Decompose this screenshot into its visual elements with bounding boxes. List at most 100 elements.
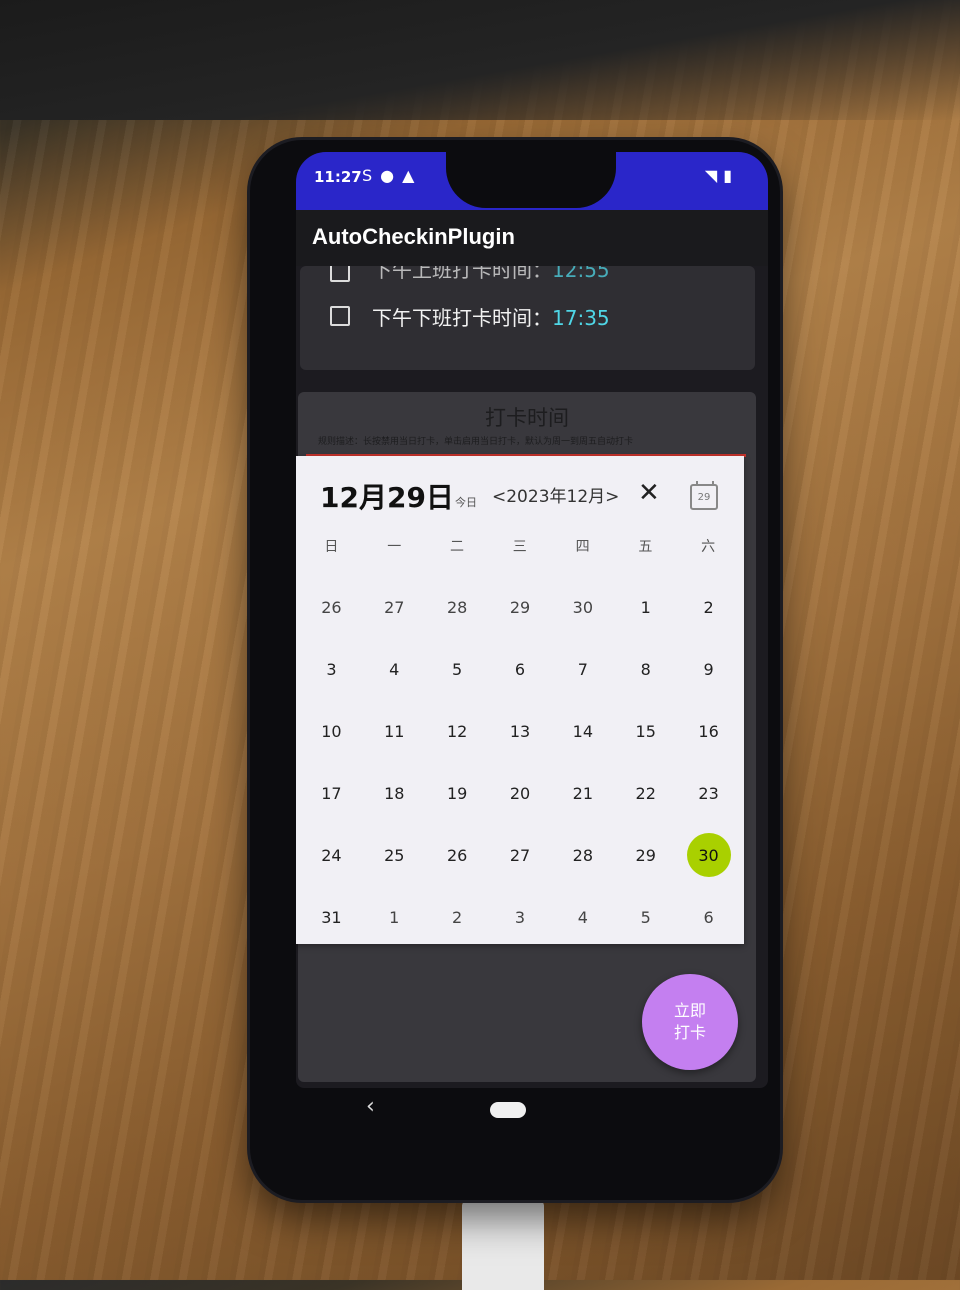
fab-label-line1: 立即 [673,1001,706,1020]
calendar-day[interactable]: 22 [614,762,677,824]
weekday-label: 一 [387,539,402,555]
calendar-day-number: 14 [572,721,594,741]
calendar-day-number: 23 [698,783,719,803]
alert-icon: ▲ [402,166,423,185]
calendar-day-number: 24 [321,845,342,865]
calendar-day[interactable]: 26 [426,824,489,886]
calendar-day-number: 19 [446,783,468,803]
weekday-header: 日 一 二 三 四 五 六 [300,536,740,556]
rule-description: 规则描述：长按禁用当日打卡，单击启用当日打卡，默认为周一到周五自动打卡 [318,437,634,447]
calendar-day-number: 28 [572,845,594,865]
calendar-day[interactable]: 29 [614,824,677,886]
calendar-day[interactable]: 16 [677,700,740,762]
weekday-label: 六 [701,539,716,555]
calendar-day[interactable]: 11 [363,700,426,762]
calendar-day-number: 30 [572,597,594,617]
calendar-day-number: 17 [321,783,342,803]
calendar-day[interactable]: 4 [551,886,614,948]
usb-cable [462,1200,544,1290]
today-label[interactable]: 今日 [455,494,477,510]
calendar-day[interactable]: 13 [489,700,552,762]
calendar-day[interactable]: 24 [300,824,363,886]
calendar-day[interactable]: 27 [489,824,552,886]
calendar-day-number: 11 [384,721,405,741]
status-time: 11:27 [314,168,362,186]
home-pill-button[interactable] [490,1102,526,1118]
settings-card: 下午上班打卡时间：12:55 下午下班打卡时间：17:35 [300,266,755,370]
calendar-day[interactable]: 20 [489,762,552,824]
weekday-label: 二 [449,539,464,555]
camera-notch [446,152,616,208]
calendar-day[interactable]: 26 [300,576,363,638]
month-selector[interactable]: <2023年12月> [492,482,619,507]
calendar-day-number: 10 [321,721,342,741]
calendar-day-number: 7 [577,659,588,679]
afternoon-start-checkbox[interactable] [330,266,350,282]
weekday-label: 四 [575,539,590,555]
phone-screen: 11:27 S●▲ ◥▮ AutoCheckinPlugin 下午上班打卡时间：… [296,152,768,1088]
calendar-day[interactable]: 4 [363,638,426,700]
calendar-day-number: 6 [703,907,714,927]
calendar-day[interactable]: 3 [489,886,552,948]
app-title: AutoCheckinPlugin [312,224,515,249]
calendar-day[interactable]: 29 [489,576,552,638]
calendar-day-number: 26 [446,845,468,865]
selected-date: 12月29日 [320,481,454,514]
afternoon-start-time[interactable]: 12:55 [552,266,610,282]
calendar-day-number: 4 [389,659,400,679]
calendar-day[interactable]: 9 [677,638,740,700]
calendar-day-number: 26 [321,597,342,617]
calendar-day[interactable]: 7 [551,638,614,700]
calendar-day-number: 30 [686,833,731,877]
calendar-day-number: 27 [509,845,531,865]
calendar-day[interactable]: 6 [489,638,552,700]
calendar-day[interactable]: 5 [426,638,489,700]
calendar-day-number: 9 [703,659,714,679]
calendar-day[interactable]: 18 [363,762,426,824]
calendar-day[interactable]: 30 [677,824,740,886]
calendar-icon[interactable]: 29 [690,481,718,510]
calendar-day[interactable]: 12 [426,700,489,762]
calendar-day[interactable]: 5 [614,886,677,948]
afternoon-start-label: 下午上班打卡时间： [372,266,552,282]
status-bar: 11:27 S●▲ ◥▮ [296,152,768,210]
afternoon-end-label: 下午下班打卡时间： [372,306,552,330]
calendar-day-number: 21 [572,783,594,803]
calendar-day[interactable]: 19 [426,762,489,824]
calendar-day-number: 29 [635,845,656,865]
calendar-day[interactable]: 1 [614,576,677,638]
calendar-day[interactable]: 14 [551,700,614,762]
calendar-day[interactable]: 3 [300,638,363,700]
afternoon-end-row: 下午下班打卡时间：17:35 [372,302,610,331]
calendar-day[interactable]: 10 [300,700,363,762]
wifi-icon: ◥ [704,166,724,185]
afternoon-end-checkbox[interactable] [330,306,350,326]
calendar-day[interactable]: 8 [614,638,677,700]
calendar-day[interactable]: 25 [363,824,426,886]
calendar-day[interactable]: 21 [551,762,614,824]
status-notification-icons: S●▲ [362,166,422,185]
calendar-day[interactable]: 28 [551,824,614,886]
back-icon[interactable]: ‹ [366,1094,375,1119]
afternoon-start-row: 下午上班打卡时间：12:55 [372,266,610,283]
calendar-day[interactable]: 23 [677,762,740,824]
calendar-day[interactable]: 2 [426,886,489,948]
calendar-day[interactable]: 30 [551,576,614,638]
calendar-day[interactable]: 6 [677,886,740,948]
calendar-day[interactable]: 15 [614,700,677,762]
calendar-day-number: 18 [384,783,405,803]
calendar-day[interactable]: 31 [300,886,363,948]
close-icon[interactable]: ✕ [638,478,660,508]
calendar-day-number: 5 [640,907,651,927]
calendar-day-number: 1 [640,597,651,617]
calendar-day[interactable]: 1 [363,886,426,948]
calendar-day[interactable]: 2 [677,576,740,638]
afternoon-end-time[interactable]: 17:35 [552,306,610,330]
app-bar: AutoCheckinPlugin [296,210,768,266]
calendar-day[interactable]: 17 [300,762,363,824]
calendar-grid: 26 27 28 29 30 1 2 3 4 5 6 7 8 9 10 11 12 13 14 15 16 17 18 19 2… [300,576,740,948]
check-in-now-button[interactable]: 立即 打卡 [642,974,738,1070]
calendar-day[interactable]: 27 [363,576,426,638]
calendar-day-number: 6 [514,659,526,679]
calendar-day[interactable]: 28 [426,576,489,638]
